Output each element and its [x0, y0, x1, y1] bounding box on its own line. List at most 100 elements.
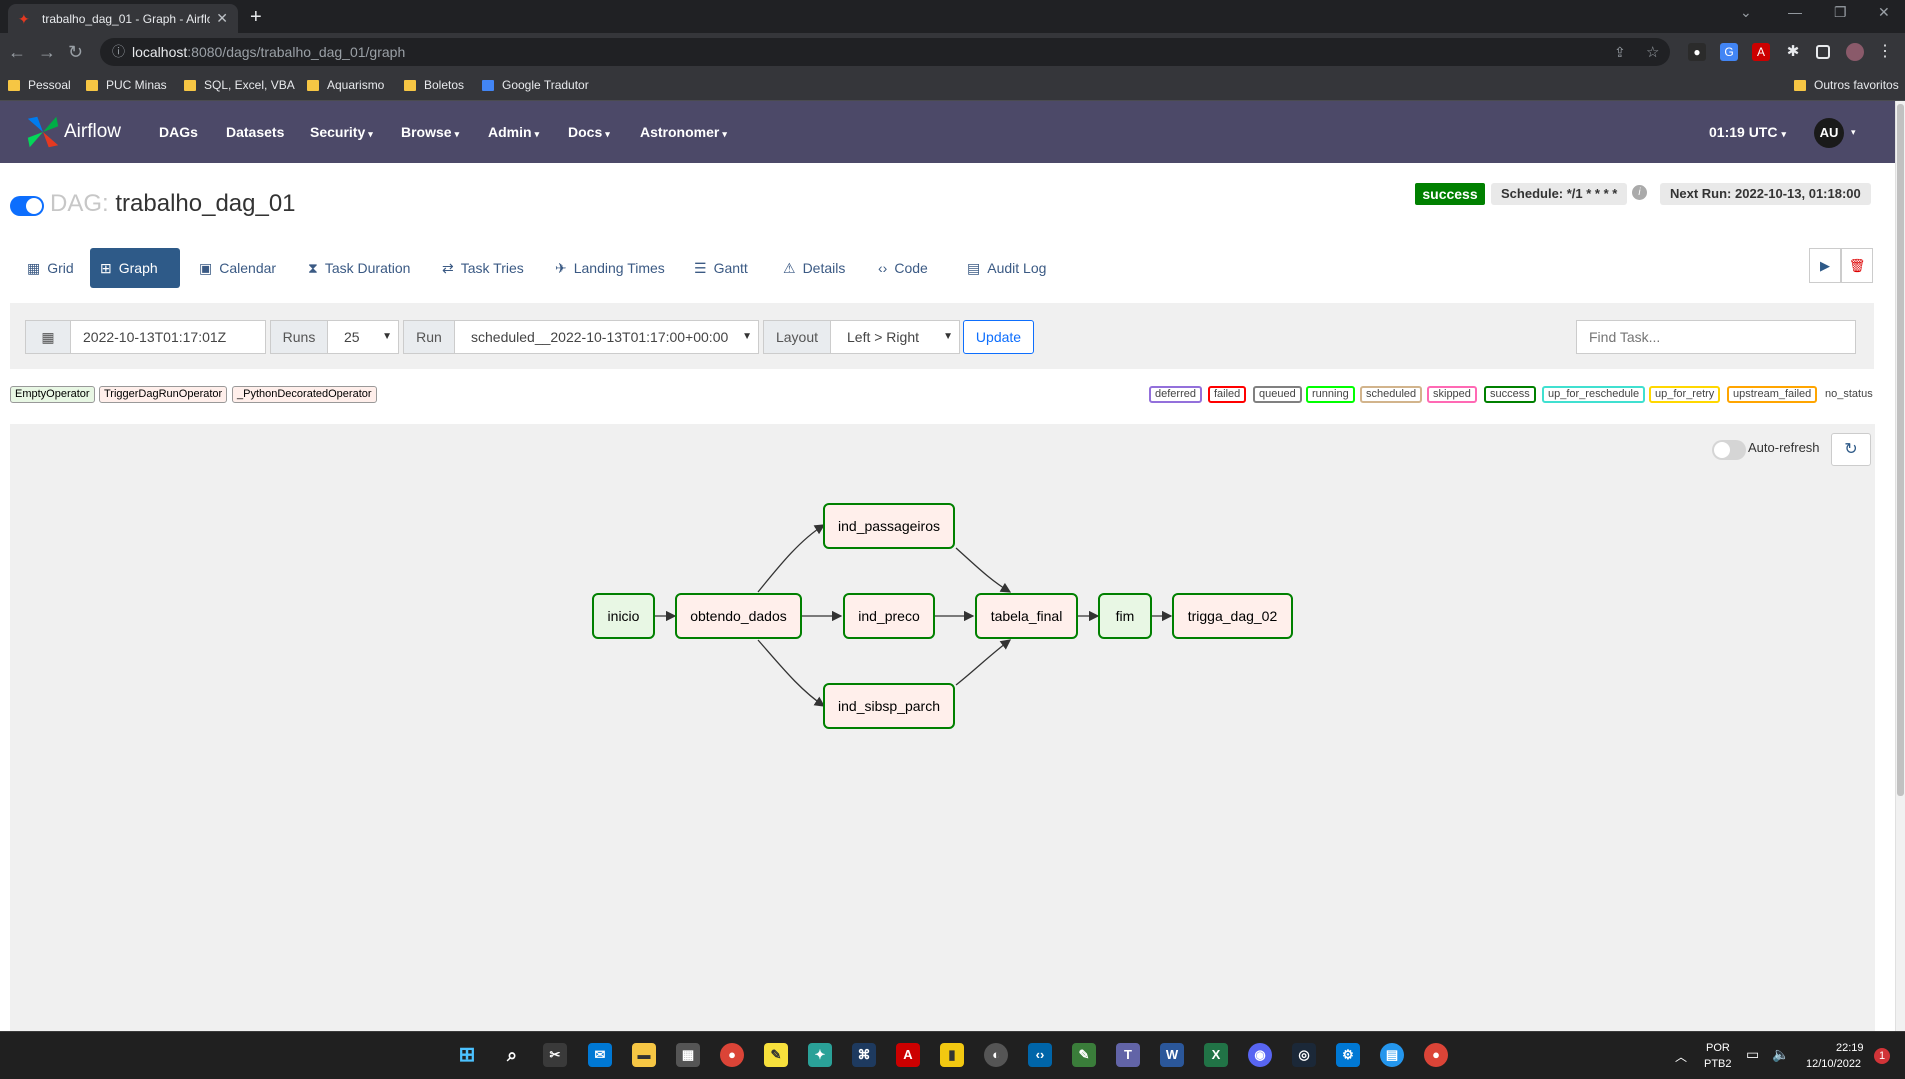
reload-icon[interactable]: ↻: [68, 42, 83, 63]
tab-gantt[interactable]: ☰ Gantt: [684, 248, 758, 288]
extension-icon[interactable]: ●: [1688, 43, 1706, 61]
timezone-clock[interactable]: 01:19 UTC ▾: [1709, 124, 1786, 140]
nav-datasets[interactable]: Datasets: [226, 124, 284, 140]
mail-icon[interactable]: ✉: [588, 1043, 612, 1067]
info-icon[interactable]: i: [1632, 185, 1647, 200]
clock-time[interactable]: 22:19: [1836, 1042, 1864, 1054]
task-node-trigga-dag-02[interactable]: trigga_dag_02: [1172, 593, 1293, 639]
bookmark-folder[interactable]: Boletos: [404, 78, 464, 92]
file-explorer-icon[interactable]: ▬: [632, 1043, 656, 1067]
task-node-inicio[interactable]: inicio: [592, 593, 655, 639]
snipping-tool-icon[interactable]: ✂: [543, 1043, 567, 1067]
run-select[interactable]: scheduled__2022-10-13T01:17:00+00:00 ▼: [454, 320, 759, 354]
nav-dags[interactable]: DAGs: [159, 124, 198, 140]
keyboard-layout-indicator[interactable]: PTB2: [1704, 1058, 1732, 1070]
chrome-menu-icon[interactable]: ⋮: [1876, 43, 1894, 61]
volume-icon[interactable]: 🔈: [1772, 1046, 1789, 1063]
state-legend-up-for-reschedule[interactable]: up_for_reschedule: [1542, 386, 1646, 403]
state-legend-deferred[interactable]: deferred: [1149, 386, 1202, 403]
side-panel-icon[interactable]: [1816, 45, 1830, 59]
discord-icon[interactable]: ◉: [1248, 1043, 1272, 1067]
state-legend-success[interactable]: success: [1484, 386, 1536, 403]
forward-icon[interactable]: →: [38, 42, 56, 63]
other-bookmarks-folder[interactable]: Outros favoritos: [1794, 78, 1899, 92]
tab-search-icon[interactable]: ⌄: [1740, 4, 1752, 21]
auto-refresh-toggle[interactable]: [1712, 440, 1746, 460]
task-node-ind-sibsp-parch[interactable]: ind_sibsp_parch: [823, 683, 955, 729]
state-legend-running[interactable]: running: [1306, 386, 1355, 403]
app-icon[interactable]: ◐: [984, 1043, 1008, 1067]
nav-browse[interactable]: Browse ▾: [401, 124, 459, 140]
close-tab-icon[interactable]: ✕: [216, 10, 228, 27]
pdf-extension-icon[interactable]: A: [1752, 43, 1770, 61]
base-date-input[interactable]: 2022-10-13T01:17:01Z: [70, 320, 266, 354]
tab-audit-log[interactable]: ▤ Audit Log: [957, 248, 1056, 288]
user-avatar[interactable]: AU: [1814, 118, 1844, 148]
runs-select[interactable]: 25 ▼: [327, 320, 399, 354]
network-icon[interactable]: ▭: [1746, 1046, 1759, 1063]
new-tab-icon[interactable]: +: [250, 6, 262, 29]
share-icon[interactable]: ⇪: [1614, 44, 1626, 61]
tab-calendar[interactable]: ▣ Calendar: [189, 248, 286, 288]
nav-admin[interactable]: Admin ▾: [488, 124, 539, 140]
vscode-icon[interactable]: ‹›: [1028, 1043, 1052, 1067]
state-legend-scheduled[interactable]: scheduled: [1360, 386, 1423, 403]
tab-details[interactable]: ⚠ Details: [773, 248, 855, 288]
bookmark-star-icon[interactable]: ☆: [1646, 43, 1659, 61]
task-node-ind-preco[interactable]: ind_preco: [843, 593, 935, 639]
tab-graph[interactable]: ⊞ Graph: [90, 248, 180, 288]
tray-overflow-icon[interactable]: ︿: [1675, 1048, 1687, 1065]
nav-docs[interactable]: Docs ▾: [568, 124, 610, 140]
tab-code[interactable]: ‹› Code: [868, 248, 938, 288]
tab-task-duration[interactable]: ⧗ Task Duration: [298, 248, 420, 288]
app-icon[interactable]: ✦: [808, 1043, 832, 1067]
browser-tab[interactable]: ✦ trabalho_dag_01 - Graph - Airflo ✕: [8, 4, 238, 33]
calculator-icon[interactable]: ▦: [676, 1043, 700, 1067]
teams-icon[interactable]: T: [1116, 1043, 1140, 1067]
state-legend-skipped[interactable]: skipped: [1427, 386, 1477, 403]
steam-icon[interactable]: ◎: [1292, 1043, 1316, 1067]
notification-badge[interactable]: 1: [1874, 1048, 1890, 1064]
chrome-icon[interactable]: ●: [1424, 1043, 1448, 1067]
tab-task-tries[interactable]: ⇄ Task Tries: [432, 248, 534, 288]
caret-down-icon[interactable]: ▾: [1851, 127, 1856, 138]
trigger-dag-button[interactable]: ▶: [1809, 248, 1841, 283]
windows-start-icon[interactable]: ⊞: [455, 1043, 479, 1067]
find-task-input[interactable]: [1576, 320, 1856, 354]
maximize-icon[interactable]: ❐: [1834, 4, 1847, 21]
bookmark-folder[interactable]: Pessoal: [8, 78, 71, 92]
tab-landing-times[interactable]: ✈ Landing Times: [545, 248, 675, 288]
translate-extension-icon[interactable]: G: [1720, 43, 1738, 61]
chrome-icon[interactable]: ●: [720, 1043, 744, 1067]
bookmark-link[interactable]: Google Tradutor: [482, 78, 589, 92]
state-legend-queued[interactable]: queued: [1253, 386, 1302, 403]
task-node-obtendo-dados[interactable]: obtendo_dados: [675, 593, 802, 639]
site-info-icon[interactable]: ⓘ: [112, 38, 125, 66]
state-legend-failed[interactable]: failed: [1208, 386, 1247, 403]
delete-dag-button[interactable]: 🗑: [1841, 248, 1873, 283]
app-icon[interactable]: ⌘: [852, 1043, 876, 1067]
layout-select[interactable]: Left > Right ▼: [830, 320, 960, 354]
date-picker-button[interactable]: ▦: [25, 320, 71, 354]
state-legend-up-for-retry[interactable]: up_for_retry: [1649, 386, 1721, 403]
bookmark-folder[interactable]: Aquarismo: [307, 78, 384, 92]
bookmark-folder[interactable]: PUC Minas: [86, 78, 167, 92]
sticky-notes-icon[interactable]: ✎: [764, 1043, 788, 1067]
pdf-reader-icon[interactable]: A: [896, 1043, 920, 1067]
notepad-icon[interactable]: ✎: [1072, 1043, 1096, 1067]
state-legend-no-status[interactable]: no_status: [1819, 386, 1879, 403]
minimize-icon[interactable]: —: [1788, 4, 1802, 20]
extensions-puzzle-icon[interactable]: ✱: [1784, 43, 1802, 61]
tab-grid[interactable]: ▦ Grid: [17, 248, 84, 288]
scrollbar-thumb[interactable]: [1897, 104, 1904, 796]
task-node-fim[interactable]: fim: [1098, 593, 1152, 639]
excel-icon[interactable]: X: [1204, 1043, 1228, 1067]
url-field[interactable]: ⓘ localhost:8080/dags/trabalho_dag_01/gr…: [100, 38, 1670, 66]
nav-security[interactable]: Security ▾: [310, 124, 373, 140]
docker-icon[interactable]: ▤: [1380, 1043, 1404, 1067]
clock-date[interactable]: 12/10/2022: [1806, 1058, 1861, 1070]
state-legend-upstream-failed[interactable]: upstream_failed: [1727, 386, 1818, 403]
dag-pause-toggle[interactable]: [10, 196, 44, 216]
language-indicator[interactable]: POR: [1706, 1042, 1730, 1054]
power-bi-icon[interactable]: ▮: [940, 1043, 964, 1067]
